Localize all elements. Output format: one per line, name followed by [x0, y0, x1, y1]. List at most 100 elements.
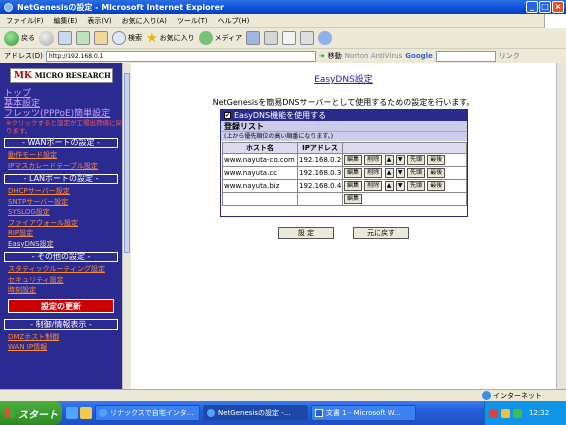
move-up-button[interactable]: ▲	[384, 155, 394, 165]
sidebar-link-static-routing[interactable]: スタティックルーティング設定	[0, 264, 122, 275]
messenger-icon[interactable]	[318, 31, 333, 45]
media-button[interactable]: メディア	[198, 31, 242, 45]
hosts-table: ホスト名 IPアドレス www.nayuta-co.com 192.168.0.…	[222, 142, 467, 206]
tray-antivirus-icon[interactable]	[489, 408, 498, 418]
favorites-button[interactable]: ★ お気に入り	[146, 31, 195, 46]
close-button[interactable]: ×	[552, 1, 564, 13]
links-label[interactable]: リンク	[499, 51, 520, 61]
lan-section-header: - LANポートの設定 -	[4, 174, 118, 184]
toolbar: 戻る 検索 ★ お気に入り メディア	[0, 28, 566, 49]
folder-quicklaunch-icon[interactable]	[80, 407, 92, 419]
menu-bar: ファイル(F) 編集(E) 表示(V) お気に入り(A) ツール(T) ヘルプ(…	[0, 14, 566, 28]
move-down-button[interactable]: ▼	[395, 168, 405, 178]
move-up-button[interactable]: ▲	[384, 168, 394, 178]
sidebar-link-dmz[interactable]: DMZホスト制御	[0, 332, 122, 343]
taskbar-item-word[interactable]: 文書 1 - Microsoft W...	[311, 405, 416, 421]
task-label: リナックスで自宅インタ...	[110, 409, 194, 417]
move-first-button[interactable]: 先頭	[406, 181, 425, 191]
sidebar-link-sntp[interactable]: SNTPサーバー設定	[0, 197, 122, 208]
logo-text: MICRO RESEARCH	[34, 71, 111, 80]
maximize-button[interactable]: □	[539, 1, 551, 13]
move-last-button[interactable]: 最後	[427, 181, 446, 191]
sidebar-link-time[interactable]: 時刻設定	[0, 285, 122, 296]
reset-button[interactable]: 元に戻す	[353, 227, 409, 239]
search-button[interactable]: 検索	[112, 31, 142, 45]
sidebar: MK MICRO RESEARCH トップ 基本設定 フレッツ(PPPoE)簡単…	[0, 63, 122, 389]
ip-cell-empty	[297, 192, 343, 206]
refresh-icon[interactable]	[76, 31, 90, 45]
back-button[interactable]: 戻る	[4, 30, 35, 46]
history-icon[interactable]	[246, 31, 261, 45]
sidebar-link-rip[interactable]: RIP設定	[0, 228, 122, 239]
stop-icon[interactable]	[58, 31, 72, 45]
delete-button[interactable]: 削除	[364, 155, 383, 165]
minimize-button[interactable]: _	[526, 1, 538, 13]
taskbar-item-netgenesis[interactable]: NetGenesisの設定 -...	[203, 405, 308, 421]
tray-network-icon[interactable]	[501, 408, 510, 418]
google-search-input[interactable]	[435, 50, 496, 62]
menu-favorites[interactable]: お気に入り(A)	[122, 16, 167, 26]
submit-button[interactable]: 設 定	[278, 227, 334, 239]
enable-row[interactable]: ✔ EasyDNS機能を使用する	[221, 110, 467, 121]
forward-button[interactable]	[39, 30, 54, 46]
delete-button[interactable]: 削除	[364, 168, 383, 178]
sidebar-link-mode[interactable]: 動作モード設定	[0, 150, 122, 161]
windows-flag-icon	[5, 408, 15, 418]
sidebar-link-syslog[interactable]: SYSLOG設定	[0, 207, 122, 218]
column-header-host: ホスト名	[222, 142, 298, 154]
tray-volume-icon[interactable]	[513, 408, 522, 418]
star-icon: ★	[146, 30, 158, 46]
edit-button[interactable]: 編集	[344, 155, 363, 165]
ip-cell: 192.168.0.3	[297, 166, 343, 180]
sidebar-scrollbar[interactable]	[122, 63, 130, 389]
window-titlebar[interactable]: NetGenesisの設定 - Microsoft Internet Explo…	[0, 0, 566, 14]
delete-button[interactable]: 削除	[364, 181, 383, 191]
sidebar-link-pppoe[interactable]: フレッツ(PPPoE)簡単設定	[4, 109, 122, 119]
move-last-button[interactable]: 最後	[427, 155, 446, 165]
move-last-button[interactable]: 最後	[427, 168, 446, 178]
move-first-button[interactable]: 先頭	[406, 168, 425, 178]
move-up-button[interactable]: ▲	[384, 181, 394, 191]
google-label[interactable]: Google	[405, 52, 433, 60]
go-button[interactable]: 移動	[328, 51, 342, 61]
move-down-button[interactable]: ▼	[395, 155, 405, 165]
norton-label[interactable]: Norton AntiVirus	[345, 52, 403, 60]
window-title: NetGenesisの設定 - Microsoft Internet Explo…	[17, 2, 224, 12]
search-icon	[112, 31, 126, 45]
taskbar-item-linux[interactable]: リナックスで自宅インタ...	[95, 405, 200, 421]
start-label: スタート	[18, 409, 58, 421]
edit-icon[interactable]	[300, 31, 315, 45]
move-first-button[interactable]: 先頭	[406, 155, 425, 165]
ie-quicklaunch-icon[interactable]	[66, 407, 78, 419]
menu-edit[interactable]: 編集(E)	[54, 16, 78, 26]
sidebar-scroll-thumb[interactable]	[124, 73, 130, 253]
address-url: http://192.168.0.1	[48, 52, 104, 60]
sidebar-link-easydns[interactable]: EasyDNS設定	[0, 239, 122, 250]
menu-tools[interactable]: ツール(T)	[177, 16, 208, 26]
edit-button[interactable]: 編集	[344, 181, 363, 191]
sidebar-link-ipmasq[interactable]: IPマスカレードテーブル設定	[0, 161, 122, 172]
address-input[interactable]: http://192.168.0.1	[45, 50, 316, 62]
back-label: 戻る	[21, 34, 35, 42]
main-scrollbar[interactable]	[556, 63, 566, 389]
sidebar-link-basic[interactable]: 基本設定	[4, 99, 122, 109]
sidebar-link-dhcp[interactable]: DHCPサーバー設定	[0, 186, 122, 197]
update-settings-button[interactable]: 設定の更新	[8, 298, 114, 313]
sidebar-link-top[interactable]: トップ	[4, 89, 122, 99]
home-icon[interactable]	[94, 31, 108, 45]
print-icon[interactable]	[282, 31, 297, 45]
menu-view[interactable]: 表示(V)	[87, 16, 111, 26]
menu-help[interactable]: ヘルプ(H)	[218, 16, 250, 26]
sidebar-link-security[interactable]: セキュリティ設定	[0, 275, 122, 286]
sidebar-link-firewall[interactable]: ファイアウォール設定	[0, 218, 122, 229]
add-edit-button[interactable]: 編集	[344, 194, 363, 204]
go-arrow-icon[interactable]: ➔	[319, 52, 325, 60]
logo-mark-icon: MK	[14, 70, 32, 81]
enable-checkbox[interactable]: ✔	[224, 112, 231, 119]
menu-file[interactable]: ファイル(F)	[6, 16, 44, 26]
sidebar-link-wanip[interactable]: WAN IP情報	[0, 342, 122, 353]
edit-button[interactable]: 編集	[344, 168, 363, 178]
start-button[interactable]: スタート	[0, 401, 62, 425]
mail-icon[interactable]	[264, 31, 279, 45]
move-down-button[interactable]: ▼	[395, 181, 405, 191]
